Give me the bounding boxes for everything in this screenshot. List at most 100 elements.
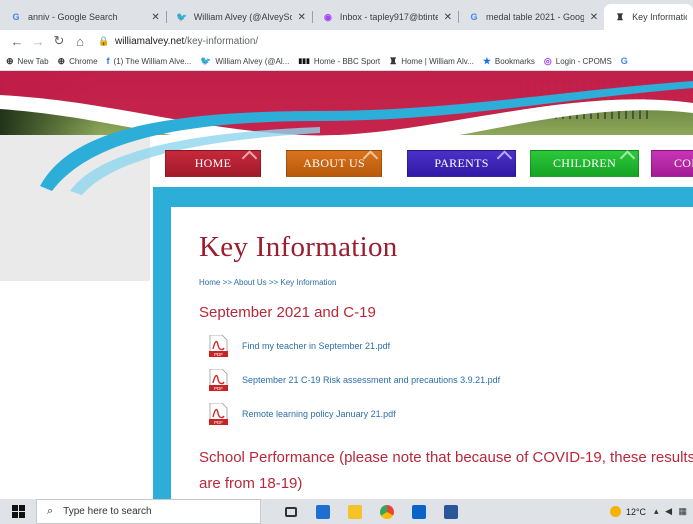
lock-icon: 🔒 — [98, 35, 110, 46]
bookmark-william-alvey[interactable]: ♜ Home | William Alv... — [389, 56, 474, 67]
doc-link[interactable]: Find my teacher in September 21.pdf — [242, 341, 390, 351]
folder-icon — [348, 504, 362, 519]
tab-strip: G anniv - Google Search ✕ 🐦 William Alve… — [0, 0, 693, 30]
doc-link[interactable]: September 21 C-19 Risk assessment and pr… — [242, 375, 500, 385]
file-explorer-icon — [316, 504, 330, 519]
bookmark-label: Login - CPOMS — [555, 56, 612, 66]
doc-item[interactable]: PDF September 21 C-19 Risk assessment an… — [209, 369, 500, 391]
school-icon: ♜ — [389, 55, 398, 66]
bookmark-label: Home - BBC Sport — [313, 56, 381, 66]
twitter-icon: 🐦 — [176, 11, 188, 22]
taskbar-app[interactable] — [307, 499, 339, 524]
taskbar-app[interactable] — [403, 499, 435, 524]
tab-inbox[interactable]: ◉ Inbox - tapley917@btinterne ✕ — [311, 4, 458, 30]
url-host: williamalvey.net — [115, 35, 185, 47]
page-title: Key Information — [199, 231, 398, 263]
reload-button[interactable]: ↻ — [50, 32, 68, 50]
system-tray: 12°C ▴ ◀ ▦ — [609, 506, 693, 517]
close-icon[interactable]: ✕ — [298, 12, 306, 23]
web-page: HOME ABOUT US PARENTS CHILDREN COM Key I… — [0, 71, 693, 499]
mail-icon: ◉ — [323, 11, 332, 22]
breadcrumb[interactable]: Home >> About Us >> Key Information — [199, 278, 336, 287]
bookmark-bookmarks[interactable]: ★ Bookmarks — [483, 56, 535, 67]
bookmark-label: William Alvey (@Al... — [215, 56, 290, 66]
home-button[interactable]: ⌂ — [71, 32, 89, 50]
tab-title: Key Information | — [632, 12, 687, 22]
doc-link[interactable]: Remote learning policy January 21.pdf — [242, 409, 396, 419]
taskbar-app[interactable] — [435, 499, 467, 524]
pdf-icon: PDF — [209, 403, 228, 425]
address-bar: ← → ↻ ⌂ 🔒 williamalvey.net /key-informat… — [0, 30, 693, 52]
bookmark-facebook[interactable]: f (1) The William Alve... — [107, 56, 192, 66]
google-icon: G — [620, 56, 628, 66]
outlook-icon — [412, 504, 426, 519]
bbc-icon: ▮▮▮ — [298, 58, 310, 65]
close-icon[interactable]: ✕ — [590, 12, 598, 23]
weather-icon — [609, 506, 621, 517]
bookmark-google[interactable]: G — [621, 56, 632, 66]
nav-parents[interactable]: PARENTS — [407, 150, 516, 177]
windows-icon — [11, 505, 25, 518]
taskbar-apps — [275, 499, 467, 524]
task-view-icon — [285, 506, 297, 517]
search-placeholder: Type here to search — [63, 506, 152, 517]
google-icon: G — [12, 12, 20, 22]
star-icon: ★ — [482, 55, 491, 66]
taskbar-app[interactable] — [371, 499, 403, 524]
tab-google-search[interactable]: G anniv - Google Search ✕ — [0, 4, 166, 30]
nav-community[interactable]: COM — [651, 150, 693, 177]
main-nav: HOME ABOUT US PARENTS CHILDREN COM — [165, 150, 693, 178]
bookmark-chrome[interactable]: ⊕ Chrome — [58, 56, 98, 67]
bookmark-bbc-sport[interactable]: ▮▮▮ Home - BBC Sport — [298, 57, 380, 66]
word-icon — [444, 504, 458, 519]
google-icon: G — [470, 12, 478, 22]
bookmarks-bar: ⊕ New Tab ⊕ Chrome f (1) The William Alve..… — [0, 52, 693, 71]
search-icon: ⌕ — [47, 505, 54, 517]
url-field[interactable]: 🔒 williamalvey.net /key-information/ — [98, 36, 258, 47]
start-button[interactable] — [0, 499, 36, 524]
forward-button[interactable]: → — [29, 32, 47, 50]
temperature[interactable]: 12°C — [626, 507, 646, 517]
chrome-icon: ⊕ — [57, 55, 66, 66]
tab-title: medal table 2021 - Google S — [485, 12, 584, 22]
bookmark-label: Chrome — [69, 56, 98, 66]
cpoms-icon: ◎ — [543, 55, 552, 66]
school-icon: ♜ — [616, 11, 625, 22]
pdf-icon: PDF — [209, 335, 228, 357]
tab-key-information[interactable]: ♜ Key Information | — [604, 4, 693, 30]
svg-text:PDF: PDF — [214, 420, 223, 425]
chrome-icon — [380, 504, 394, 519]
nav-children[interactable]: CHILDREN — [530, 150, 639, 177]
url-path: /key-information/ — [184, 35, 259, 47]
tab-title: anniv - Google Search — [28, 12, 118, 22]
twitter-icon: 🐦 — [200, 55, 212, 66]
close-icon[interactable]: ✕ — [151, 12, 159, 23]
section-heading-c19: September 2021 and C-19 — [199, 304, 376, 321]
bookmark-label: Home | William Alv... — [401, 56, 474, 66]
tab-title: Inbox - tapley917@btinterne — [339, 12, 438, 22]
back-button[interactable]: ← — [8, 32, 26, 50]
bookmark-new-tab[interactable]: ⊕ New Tab — [6, 56, 49, 67]
nav-home[interactable]: HOME — [165, 150, 261, 177]
bookmark-label: New Tab — [17, 56, 49, 66]
bookmark-cpoms[interactable]: ◎ Login - CPOMS — [544, 56, 612, 67]
taskbar-app[interactable] — [339, 499, 371, 524]
close-icon[interactable]: ✕ — [444, 12, 452, 23]
tray-icons[interactable]: ▴ ◀ ▦ — [654, 506, 689, 517]
bookmark-label: (1) The William Alve... — [113, 56, 192, 66]
facebook-icon: f — [106, 56, 110, 66]
nav-about-us[interactable]: ABOUT US — [286, 150, 382, 177]
svg-text:PDF: PDF — [214, 352, 223, 357]
bookmark-twitter[interactable]: 🐦 William Alvey (@Al... — [200, 56, 289, 67]
tab-twitter[interactable]: 🐦 William Alvey (@AlveySchool ✕ — [165, 4, 312, 30]
tab-medal-table[interactable]: G medal table 2021 - Google S ✕ — [457, 4, 604, 30]
taskbar-search[interactable]: ⌕ Type here to search — [36, 499, 261, 524]
tab-title: William Alvey (@AlveySchool — [193, 12, 292, 22]
bookmark-label: Bookmarks — [494, 56, 535, 66]
taskbar: ⌕ Type here to search 12°C ▴ ◀ ▦ — [0, 499, 693, 524]
svg-text:PDF: PDF — [214, 386, 223, 391]
section-heading-performance: School Performance (please note that bec… — [199, 449, 693, 492]
doc-item[interactable]: PDF Find my teacher in September 21.pdf — [209, 335, 390, 357]
doc-item[interactable]: PDF Remote learning policy January 21.pd… — [209, 403, 396, 425]
task-view-button[interactable] — [275, 499, 307, 524]
